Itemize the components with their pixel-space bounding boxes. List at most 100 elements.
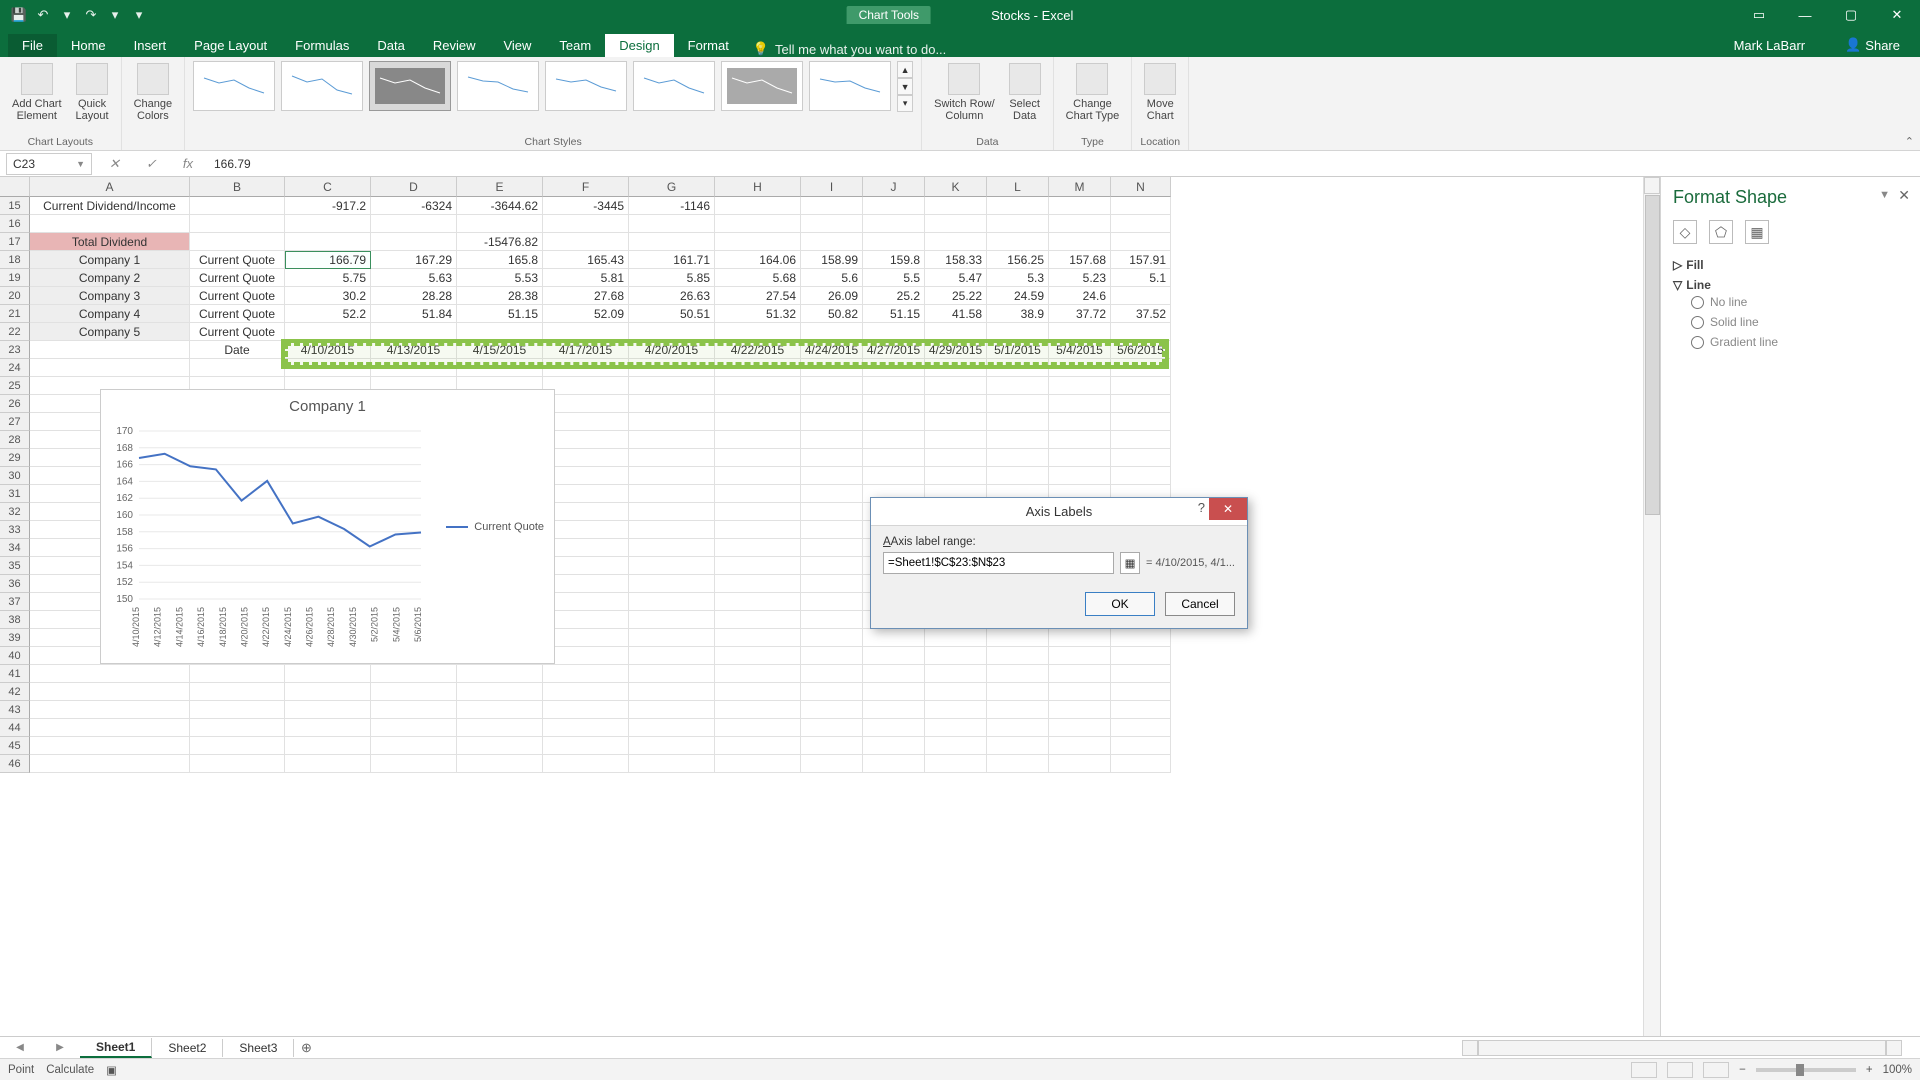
cell[interactable] xyxy=(1049,467,1111,485)
cell[interactable] xyxy=(1049,197,1111,215)
cell[interactable] xyxy=(925,377,987,395)
cell[interactable] xyxy=(801,485,863,503)
cell[interactable] xyxy=(801,629,863,647)
col-header-G[interactable]: G xyxy=(629,177,715,197)
cell[interactable] xyxy=(925,665,987,683)
cell[interactable]: 51.32 xyxy=(715,305,801,323)
cell[interactable]: Date xyxy=(190,341,285,359)
cell[interactable] xyxy=(715,503,801,521)
cell[interactable] xyxy=(715,233,801,251)
sheet-tab-2[interactable]: Sheet2 xyxy=(152,1039,223,1057)
cell[interactable] xyxy=(863,431,925,449)
cell[interactable]: 27.68 xyxy=(543,287,629,305)
row-header[interactable]: 44 xyxy=(0,719,30,737)
cell[interactable] xyxy=(543,719,629,737)
cell[interactable]: 52.09 xyxy=(543,305,629,323)
cell[interactable]: 5.3 xyxy=(987,269,1049,287)
row-header[interactable]: 22 xyxy=(0,323,30,341)
cell[interactable]: Company 5 xyxy=(30,323,190,341)
cell[interactable] xyxy=(629,629,715,647)
cell[interactable] xyxy=(285,233,371,251)
dropdown-icon[interactable]: ▾ xyxy=(106,6,124,24)
customize-icon[interactable]: ▾ xyxy=(130,6,148,24)
scrollbar-thumb[interactable] xyxy=(1645,195,1660,515)
cell[interactable]: 37.72 xyxy=(1049,305,1111,323)
cell[interactable]: 5.1 xyxy=(1111,269,1171,287)
cell[interactable]: 165.43 xyxy=(543,251,629,269)
prev-sheet-icon[interactable]: ▶ xyxy=(56,1042,64,1053)
cell[interactable]: 161.71 xyxy=(629,251,715,269)
cell[interactable] xyxy=(801,467,863,485)
range-picker-icon[interactable]: ▦ xyxy=(1120,552,1140,574)
cell[interactable] xyxy=(1049,449,1111,467)
cell[interactable] xyxy=(1049,359,1111,377)
cell[interactable] xyxy=(543,377,629,395)
cell[interactable] xyxy=(457,359,543,377)
cell[interactable] xyxy=(715,755,801,773)
cell[interactable] xyxy=(863,701,925,719)
cell[interactable] xyxy=(801,431,863,449)
row-header[interactable]: 20 xyxy=(0,287,30,305)
cell[interactable] xyxy=(801,215,863,233)
cell[interactable] xyxy=(863,215,925,233)
cell[interactable] xyxy=(543,683,629,701)
cell[interactable]: 4/15/2015 xyxy=(457,341,543,359)
cell[interactable] xyxy=(987,737,1049,755)
cell[interactable] xyxy=(1049,683,1111,701)
cell[interactable] xyxy=(863,233,925,251)
row-header[interactable]: 16 xyxy=(0,215,30,233)
row-header[interactable]: 35 xyxy=(0,557,30,575)
cell[interactable] xyxy=(801,233,863,251)
cell[interactable] xyxy=(1049,431,1111,449)
cell[interactable] xyxy=(925,431,987,449)
row-header[interactable]: 40 xyxy=(0,647,30,665)
tab-design[interactable]: Design xyxy=(605,34,673,57)
cell[interactable]: 165.8 xyxy=(457,251,543,269)
row-header[interactable]: 38 xyxy=(0,611,30,629)
cell[interactable] xyxy=(1111,629,1171,647)
row-header[interactable]: 31 xyxy=(0,485,30,503)
cell[interactable] xyxy=(987,431,1049,449)
cell[interactable] xyxy=(457,719,543,737)
add-chart-element-button[interactable]: Add Chart Element xyxy=(8,61,66,124)
cell[interactable]: Current Quote xyxy=(190,287,285,305)
col-header-K[interactable]: K xyxy=(925,177,987,197)
cell[interactable] xyxy=(863,395,925,413)
cell[interactable] xyxy=(863,719,925,737)
cell[interactable] xyxy=(801,197,863,215)
cell[interactable] xyxy=(801,503,863,521)
enter-icon[interactable]: ✓ xyxy=(146,156,157,172)
cell[interactable]: 167.29 xyxy=(371,251,457,269)
cell[interactable] xyxy=(801,755,863,773)
cell[interactable] xyxy=(629,647,715,665)
cell[interactable]: Current Dividend/Income xyxy=(30,197,190,215)
cell[interactable] xyxy=(190,197,285,215)
cell[interactable] xyxy=(629,503,715,521)
cell[interactable] xyxy=(863,629,925,647)
row-header[interactable]: 43 xyxy=(0,701,30,719)
cell[interactable] xyxy=(715,539,801,557)
cell[interactable] xyxy=(190,719,285,737)
cell[interactable] xyxy=(863,737,925,755)
cell[interactable] xyxy=(543,701,629,719)
chart-title[interactable]: Company 1 xyxy=(101,390,554,423)
cell[interactable] xyxy=(543,737,629,755)
cell[interactable] xyxy=(715,719,801,737)
row-header[interactable]: 26 xyxy=(0,395,30,413)
zoom-level[interactable]: 100% xyxy=(1883,1064,1912,1076)
cell[interactable] xyxy=(715,521,801,539)
save-icon[interactable]: 💾 xyxy=(10,6,28,24)
collapse-ribbon-icon[interactable]: ⌃ xyxy=(1905,135,1914,148)
cell[interactable]: 156.25 xyxy=(987,251,1049,269)
row-header[interactable]: 18 xyxy=(0,251,30,269)
vertical-scrollbar[interactable] xyxy=(1643,177,1660,1036)
cell[interactable]: 5.81 xyxy=(543,269,629,287)
cell[interactable]: Company 4 xyxy=(30,305,190,323)
cell[interactable] xyxy=(543,395,629,413)
cell[interactable]: 4/13/2015 xyxy=(371,341,457,359)
row-header[interactable]: 45 xyxy=(0,737,30,755)
cell[interactable] xyxy=(801,413,863,431)
cell[interactable]: 164.06 xyxy=(715,251,801,269)
cell[interactable] xyxy=(925,737,987,755)
cell[interactable]: 24.59 xyxy=(987,287,1049,305)
